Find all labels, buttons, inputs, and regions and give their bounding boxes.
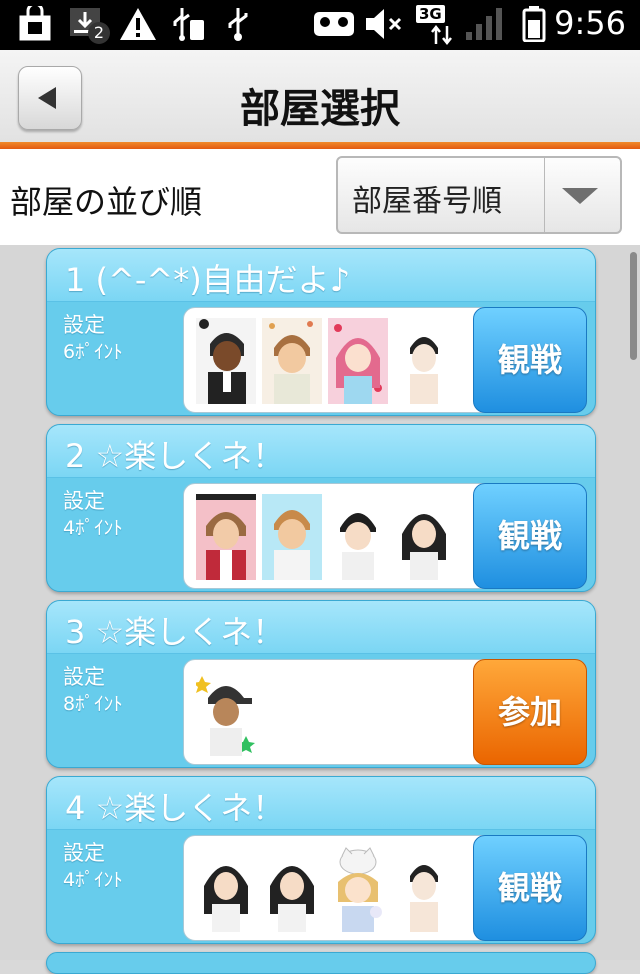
- avatar-black-hair-boy: [328, 494, 388, 580]
- room-setting-label: 設定: [63, 489, 105, 513]
- status-bar: 2 3G 9:56: [0, 0, 640, 50]
- room-setting-points: 4ﾎﾟｲﾝﾄ: [63, 869, 123, 891]
- avatar-pink-hair: [328, 318, 388, 404]
- avatar-cat-hat-girl: [328, 846, 388, 932]
- clock: 9:56: [554, 4, 626, 42]
- signal-icon: [466, 8, 502, 40]
- sort-label: 部屋の並び順: [10, 183, 203, 221]
- header-divider: [0, 142, 640, 149]
- room-card: [46, 952, 596, 974]
- room-title: 2 ☆楽しくネ！: [65, 437, 285, 475]
- room-card: 4 ☆楽しくネ！ 設定 4ﾎﾟｲﾝﾄ 観戦: [46, 776, 596, 944]
- battery-icon: [522, 6, 546, 42]
- watch-button[interactable]: 観戦: [473, 835, 587, 941]
- shopping-bag-icon: [19, 6, 51, 41]
- avatar-blank-boy: [394, 318, 454, 404]
- room-title: 1 (^-^*)自由だよ♪: [65, 261, 351, 299]
- usb-debug-icon: [173, 8, 204, 41]
- room-setting-points: 8ﾎﾟｲﾝﾄ: [63, 693, 123, 715]
- usb-icon: [228, 8, 248, 41]
- room-title: 3 ☆楽しくネ！: [65, 613, 285, 651]
- avatar-brown-hair-red: [196, 494, 256, 580]
- voicemail-icon: [314, 12, 354, 36]
- sort-order-dropdown[interactable]: 部屋番号順: [336, 156, 622, 234]
- room-setting-points: 4ﾎﾟｲﾝﾄ: [63, 517, 123, 539]
- room-setting-points: 6ﾎﾟｲﾝﾄ: [63, 341, 123, 363]
- avatar-black-hair-girl: [262, 846, 322, 932]
- room-card: 3 ☆楽しくネ！ 設定 8ﾎﾟｲﾝﾄ 参加: [46, 600, 596, 768]
- notification-count: 2: [88, 22, 110, 44]
- avatar-blond-boy: [262, 494, 322, 580]
- speaker-muted-icon: [366, 9, 402, 39]
- dropdown-divider: [544, 158, 545, 232]
- page-title: 部屋選択: [240, 86, 400, 132]
- room-title: 4 ☆楽しくネ！: [65, 789, 285, 827]
- sort-selected-value: 部屋番号順: [352, 184, 502, 219]
- room-card: 2 ☆楽しくネ！ 設定 4ﾎﾟｲﾝﾄ 観戦: [46, 424, 596, 592]
- avatar-brown-hair: [262, 318, 322, 404]
- join-button[interactable]: 参加: [473, 659, 587, 765]
- avatar-dark-suit: [196, 318, 256, 404]
- room-setting-label: 設定: [63, 313, 105, 337]
- warning-icon: [120, 8, 156, 40]
- chevron-down-icon: [562, 188, 598, 204]
- room-card: 1 (^-^*)自由だよ♪ 設定 6ﾎﾟｲﾝﾄ 観戦: [46, 248, 596, 416]
- room-setting-label: 設定: [63, 665, 105, 689]
- avatar-blank-boy: [394, 846, 454, 932]
- watch-button[interactable]: 観戦: [473, 483, 587, 589]
- avatar-black-hair-girl: [394, 494, 454, 580]
- network-type: 3G: [416, 5, 445, 23]
- room-setting-label: 設定: [63, 841, 105, 865]
- watch-button[interactable]: 観戦: [473, 307, 587, 413]
- avatar-black-hair-girl: [196, 846, 256, 932]
- data-arrows-icon: [431, 24, 452, 46]
- scrollbar[interactable]: [630, 252, 637, 360]
- avatar-cap-boy: [196, 670, 256, 756]
